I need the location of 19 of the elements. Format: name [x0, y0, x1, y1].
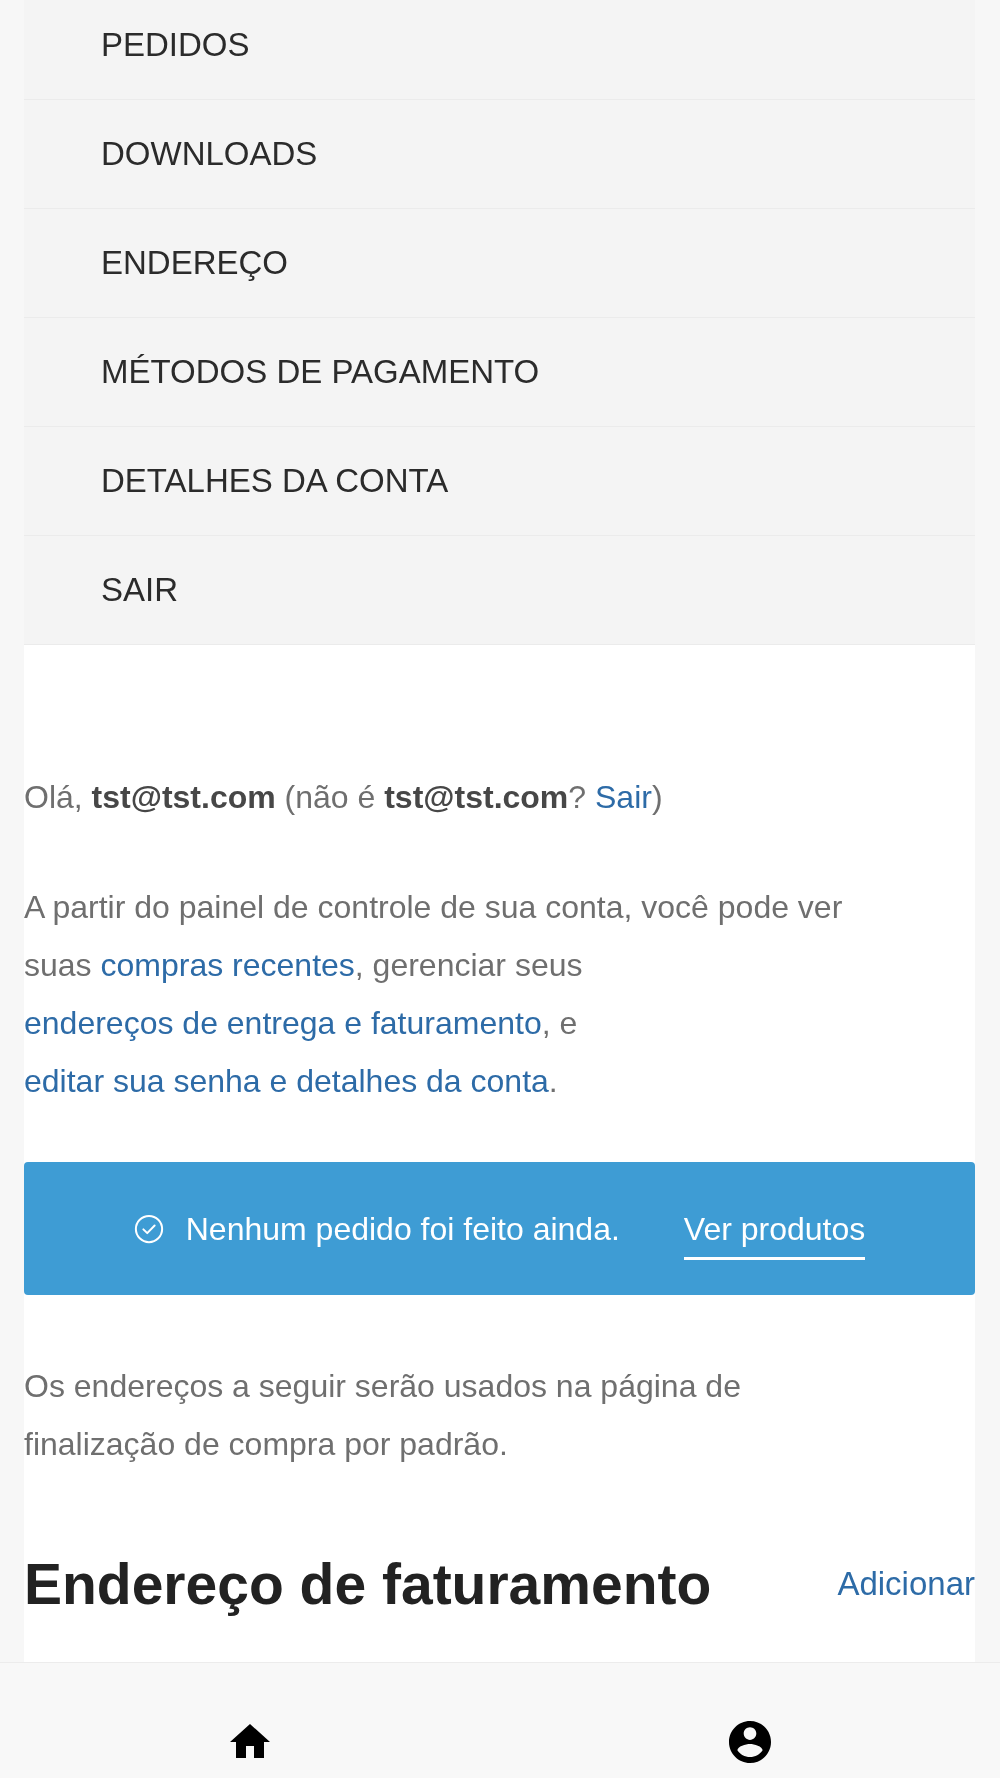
account-menu-item[interactable]: SAIR: [24, 536, 975, 645]
dashboard-description: A partir do painel de controle de sua conta, você pode ver suas compras recentes, gerenciar seus endereços de entrega e faturamento, e editar sua senha e detalhes da conta.: [24, 888, 844, 1101]
addresses-description: Os endereços a seguir serão usados na página de finalização de compra por padrão.: [24, 1367, 742, 1464]
greeting-text: Olá, tst@tst.com (não é tst@tst.com? Sair): [24, 778, 664, 817]
notice-message: Nenhum pedido foi feito ainda.: [185, 1209, 620, 1249]
user-profile-icon[interactable]: [729, 1721, 771, 1763]
account-menu-item[interactable]: DOWNLOADS: [24, 100, 975, 209]
inline-link[interactable]: compras recentes: [100, 947, 355, 983]
account-menu-item[interactable]: MÉTODOS DE PAGAMENTO: [24, 318, 975, 427]
account-menu-item[interactable]: ENDEREÇO: [24, 209, 975, 318]
inline-link[interactable]: Sair: [595, 779, 652, 815]
home-icon[interactable]: [230, 1721, 270, 1761]
account-menu-item[interactable]: PEDIDOS: [24, 0, 975, 100]
inline-link[interactable]: endereços de entrega e faturamento: [24, 1005, 542, 1041]
account-menu-item[interactable]: DETALHES DA CONTA: [24, 427, 975, 536]
add-address-link[interactable]: Adicionar: [837, 1559, 975, 1609]
billing-address-heading: Endereço de faturamento: [24, 1551, 712, 1618]
check-circle-icon: [133, 1213, 164, 1244]
inline-link[interactable]: editar sua senha e detalhes da conta: [24, 1063, 549, 1099]
